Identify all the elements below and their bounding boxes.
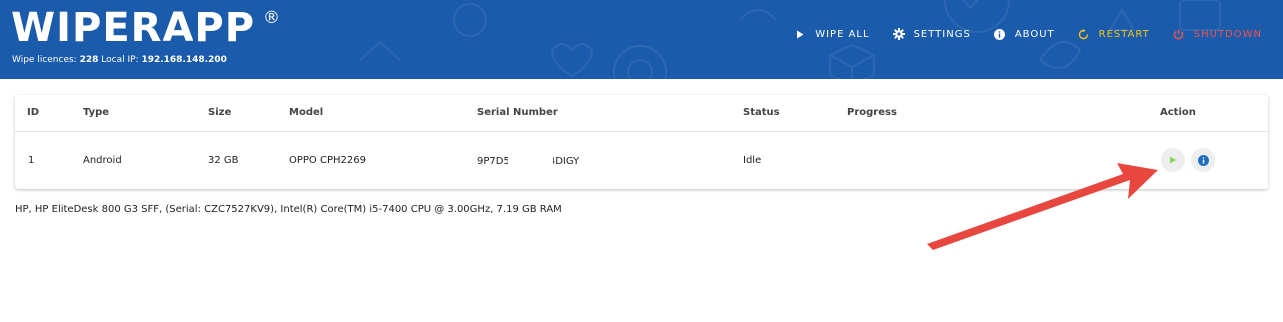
column-action: Action [1160, 107, 1196, 118]
settings-label: SETTINGS [913, 28, 971, 40]
device-info-button[interactable] [1191, 148, 1215, 172]
info-icon [1197, 154, 1209, 166]
info-icon [994, 28, 1006, 40]
start-wipe-button[interactable] [1161, 148, 1185, 172]
devices-table: ID Type Size Model Serial Number Status … [15, 95, 1268, 189]
wipe-all-label: WIPE ALL [815, 28, 870, 40]
wipe-all-button[interactable]: WIPE ALL [794, 28, 869, 40]
cell-serial: 9P7D5 4DIGY [477, 155, 579, 167]
cell-size: 32 GB [208, 155, 239, 166]
registered-mark: ® [263, 8, 281, 28]
column-progress: Progress [847, 107, 897, 118]
app-logo: WIPERAPP ® [11, 6, 280, 50]
shutdown-button[interactable]: SHUTDOWN [1173, 28, 1262, 40]
cell-id: 1 [28, 155, 35, 166]
about-label: ABOUT [1014, 28, 1055, 40]
cell-model: OPPO CPH2269 [289, 155, 366, 166]
about-button[interactable]: ABOUT [994, 28, 1055, 40]
gear-icon [892, 28, 905, 40]
play-icon [1170, 156, 1176, 164]
table-header: ID Type Size Model Serial Number Status … [15, 95, 1268, 132]
column-id: ID [27, 107, 40, 118]
ip-label: Local IP: [101, 55, 139, 65]
settings-button[interactable]: SETTINGS [892, 28, 971, 40]
licences-label: Wipe licences: [12, 55, 77, 65]
serial-start: 9P7D5 [477, 156, 510, 167]
cell-status: Idle [743, 155, 762, 166]
restart-button[interactable]: RESTART [1078, 28, 1150, 40]
column-size: Size [208, 107, 232, 118]
column-status: Status [743, 107, 780, 118]
licences-value: 228 [79, 55, 99, 65]
restart-label: RESTART [1098, 28, 1150, 40]
cell-type: Android [83, 155, 122, 166]
shutdown-label: SHUTDOWN [1193, 28, 1262, 40]
licence-info: Wipe licences: 228 Local IP: 192.168.148… [12, 55, 227, 65]
play-icon [794, 28, 806, 40]
restart-icon [1078, 28, 1090, 40]
app-header: WIPERAPP ® Wipe licences: 228 Local IP: … [0, 0, 1283, 79]
column-type: Type [83, 107, 110, 118]
serial-redaction [507, 155, 553, 167]
top-nav: WIPE ALL SETTINGS ABOUT RESTART SHUTDOWN [771, 28, 1262, 40]
column-serial: Serial Number [477, 107, 558, 118]
ip-value: 192.168.148.200 [141, 55, 227, 65]
column-model: Model [289, 107, 324, 118]
system-info: HP, HP EliteDesk 800 G3 SFF, (Serial: CZ… [15, 204, 562, 215]
serial-end: 4DIGY [548, 156, 580, 167]
logo-text: WIPERAPP [11, 5, 256, 51]
power-icon [1173, 28, 1185, 40]
